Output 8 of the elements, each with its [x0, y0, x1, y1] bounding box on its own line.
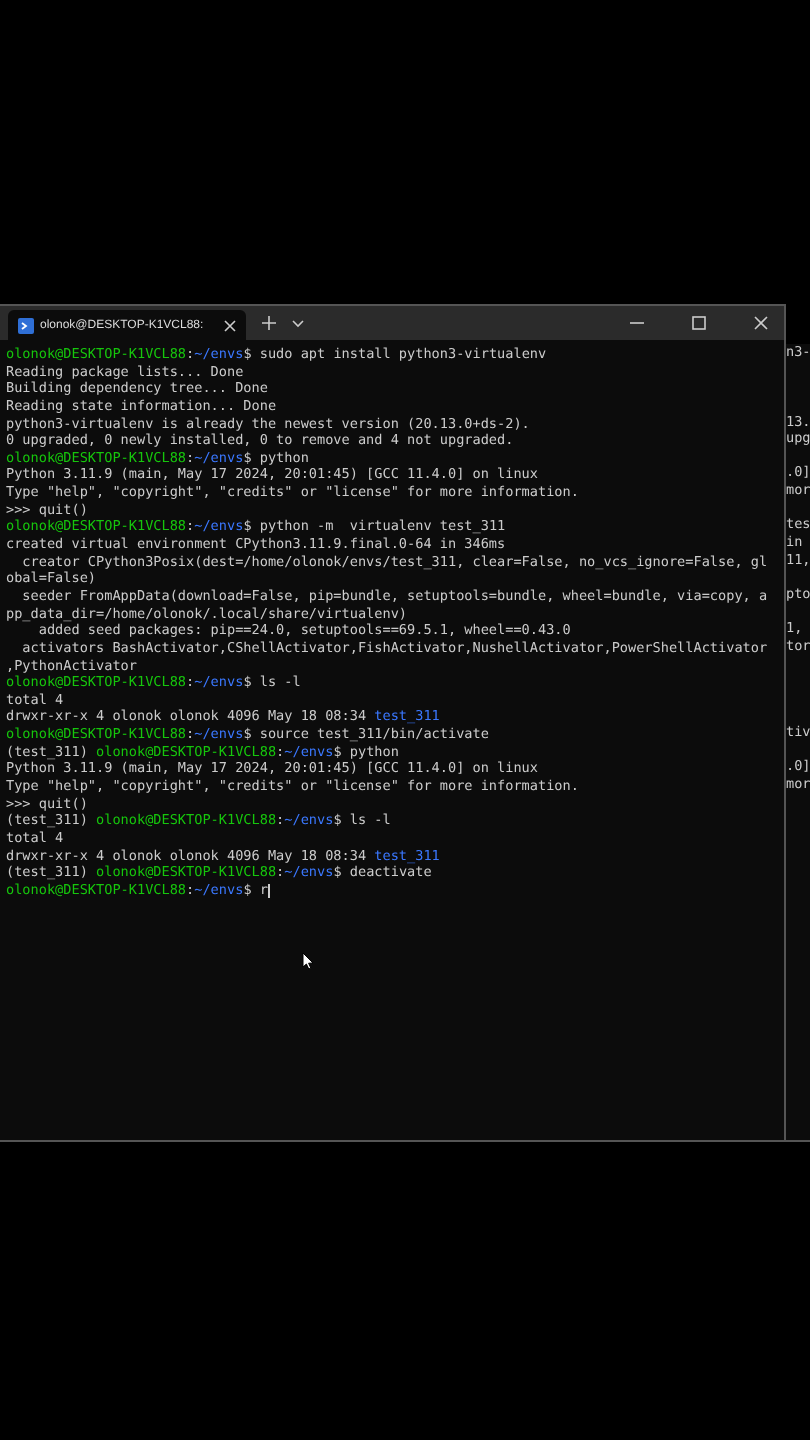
maximize-icon[interactable]: [692, 316, 706, 330]
mouse-pointer-icon: [302, 952, 314, 970]
close-icon[interactable]: [224, 319, 237, 331]
text-cursor: [267, 883, 270, 898]
caret-icon[interactable]: [292, 319, 305, 327]
terminal-icon: [18, 317, 34, 333]
close-icon[interactable]: [754, 316, 768, 330]
plus-icon[interactable]: [262, 316, 277, 330]
